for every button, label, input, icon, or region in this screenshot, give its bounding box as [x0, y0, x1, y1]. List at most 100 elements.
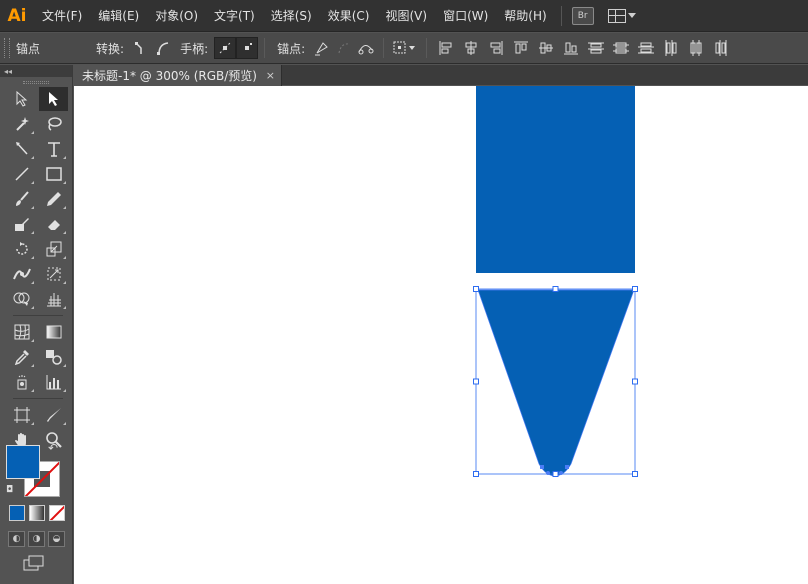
blob-brush-tool-icon[interactable] — [7, 212, 36, 236]
draw-inside-icon[interactable]: ◒ — [48, 531, 65, 547]
distribute-left-icon[interactable] — [658, 37, 683, 59]
tools-collapse-button[interactable]: ◂◂ — [0, 65, 72, 77]
perspective-grid-tool-icon[interactable] — [39, 287, 68, 311]
shape-builder-tool-icon[interactable] — [7, 287, 36, 311]
fill-stroke-widget: ↶ ◘ — [6, 441, 66, 501]
hide-handles-icon[interactable] — [236, 37, 259, 59]
scale-tool-icon[interactable] — [39, 237, 68, 261]
show-handles-icon[interactable] — [214, 37, 237, 59]
fill-color-swatch[interactable] — [6, 445, 40, 479]
document-tab-title: 未标题-1* @ 300% (RGB/预览) — [82, 69, 257, 83]
default-fill-stroke-icon[interactable]: ◘ — [6, 485, 13, 495]
anchor-point[interactable] — [559, 471, 563, 475]
align-left-icon[interactable] — [433, 37, 458, 59]
tools-panel: ◂◂ ↶ ◘ ◐ ◑ ◒ — [0, 65, 73, 584]
eraser-tool-icon[interactable] — [39, 212, 68, 236]
anchor-point[interactable] — [546, 471, 550, 475]
swap-fill-stroke-icon[interactable]: ↶ — [48, 441, 58, 455]
menu-bar: Ai 文件(F) 编辑(E) 对象(O) 文字(T) 选择(S) 效果(C) 视… — [0, 0, 808, 32]
mesh-tool-icon[interactable] — [7, 320, 36, 344]
color-mode-button[interactable] — [9, 505, 25, 521]
align-bottom-icon[interactable] — [558, 37, 583, 59]
distribute-vcenter-icon[interactable] — [608, 37, 633, 59]
handle-top-middle[interactable] — [552, 286, 559, 292]
menu-view[interactable]: 视图(V) — [377, 0, 435, 32]
handle-middle-left[interactable] — [473, 378, 479, 385]
draw-normal-icon[interactable]: ◐ — [8, 531, 25, 547]
distribute-bottom-icon[interactable] — [633, 37, 658, 59]
draw-behind-icon[interactable]: ◑ — [28, 531, 45, 547]
lasso-tool-icon[interactable] — [39, 112, 68, 136]
cut-path-icon[interactable] — [355, 37, 377, 59]
menu-file[interactable]: 文件(F) — [34, 0, 90, 32]
convert-label: 转换: — [96, 41, 125, 56]
distribute-right-icon[interactable] — [708, 37, 733, 59]
rectangle-tool-icon[interactable] — [39, 162, 68, 186]
artboard-canvas[interactable] — [74, 86, 808, 584]
document-tab[interactable]: 未标题-1* @ 300% (RGB/预览) × — [74, 65, 282, 86]
screen-mode-icon[interactable] — [23, 555, 45, 571]
blend-tool-icon[interactable] — [39, 345, 68, 369]
control-bar: 锚点 转换: 手柄: 锚点: — [0, 33, 808, 64]
convert-to-corner-icon[interactable] — [130, 37, 152, 59]
menu-window[interactable]: 窗口(W) — [435, 0, 496, 32]
distribute-top-icon[interactable] — [583, 37, 608, 59]
artboard-tool-icon[interactable] — [7, 403, 36, 427]
arrange-documents-button[interactable] — [607, 8, 636, 23]
eyedropper-tool-icon[interactable] — [7, 345, 36, 369]
pen-tool-icon[interactable] — [7, 137, 36, 161]
tools-divider — [13, 315, 63, 316]
arrange-grid-icon — [607, 8, 626, 23]
blue-trapezoid-shape[interactable] — [478, 290, 634, 476]
handle-top-left[interactable] — [473, 286, 479, 292]
selection-tool-icon[interactable] — [7, 87, 36, 111]
menu-effect[interactable]: 效果(C) — [320, 0, 378, 32]
direct-selection-tool-icon[interactable] — [39, 87, 68, 111]
menu-type[interactable]: 文字(T) — [206, 0, 263, 32]
remove-anchor-icon[interactable] — [311, 37, 333, 59]
align-middle-icon[interactable] — [533, 37, 558, 59]
divider — [426, 38, 428, 58]
handle-bottom-middle[interactable] — [552, 471, 559, 477]
type-tool-icon[interactable] — [39, 137, 68, 161]
convert-to-smooth-icon[interactable] — [152, 37, 174, 59]
transform-reference-icon[interactable] — [390, 37, 420, 59]
handle-top-right[interactable] — [632, 286, 638, 292]
paintbrush-tool-icon[interactable] — [7, 187, 36, 211]
align-right-icon[interactable] — [483, 37, 508, 59]
tools-divider — [13, 398, 63, 399]
align-top-icon[interactable] — [508, 37, 533, 59]
menu-object[interactable]: 对象(O) — [147, 0, 206, 32]
handles-label: 手柄: — [180, 41, 209, 56]
menu-help[interactable]: 帮助(H) — [496, 0, 554, 32]
anchor-point[interactable] — [540, 465, 544, 469]
rotate-tool-icon[interactable] — [7, 237, 36, 261]
free-transform-tool-icon[interactable] — [39, 262, 68, 286]
gradient-mode-button[interactable] — [29, 505, 45, 521]
magic-wand-tool-icon[interactable] — [7, 112, 36, 136]
panel-grip[interactable] — [4, 38, 10, 58]
tools-grip[interactable] — [0, 77, 72, 87]
pencil-tool-icon[interactable] — [39, 187, 68, 211]
anchor-point[interactable] — [565, 465, 569, 469]
menu-select[interactable]: 选择(S) — [263, 0, 320, 32]
selection-type-label: 锚点 — [16, 41, 41, 56]
menubar-divider — [560, 5, 562, 26]
width-tool-icon[interactable] — [7, 262, 36, 286]
blue-rectangle[interactable] — [476, 86, 635, 273]
bridge-button[interactable]: Br — [571, 6, 594, 25]
handle-bottom-right[interactable] — [632, 471, 638, 477]
column-graph-tool-icon[interactable] — [39, 370, 68, 394]
handle-bottom-left[interactable] — [473, 471, 479, 477]
chevron-down-icon — [627, 13, 636, 18]
align-center-icon[interactable] — [458, 37, 483, 59]
symbol-sprayer-tool-icon[interactable] — [7, 370, 36, 394]
close-icon[interactable]: × — [266, 69, 275, 82]
slice-tool-icon[interactable] — [39, 403, 68, 427]
distribute-hcenter-icon[interactable] — [683, 37, 708, 59]
gradient-tool-icon[interactable] — [39, 320, 68, 344]
handle-middle-right[interactable] — [632, 378, 638, 385]
line-tool-icon[interactable] — [7, 162, 36, 186]
menu-edit[interactable]: 编辑(E) — [90, 0, 147, 32]
none-mode-button[interactable] — [49, 505, 65, 521]
